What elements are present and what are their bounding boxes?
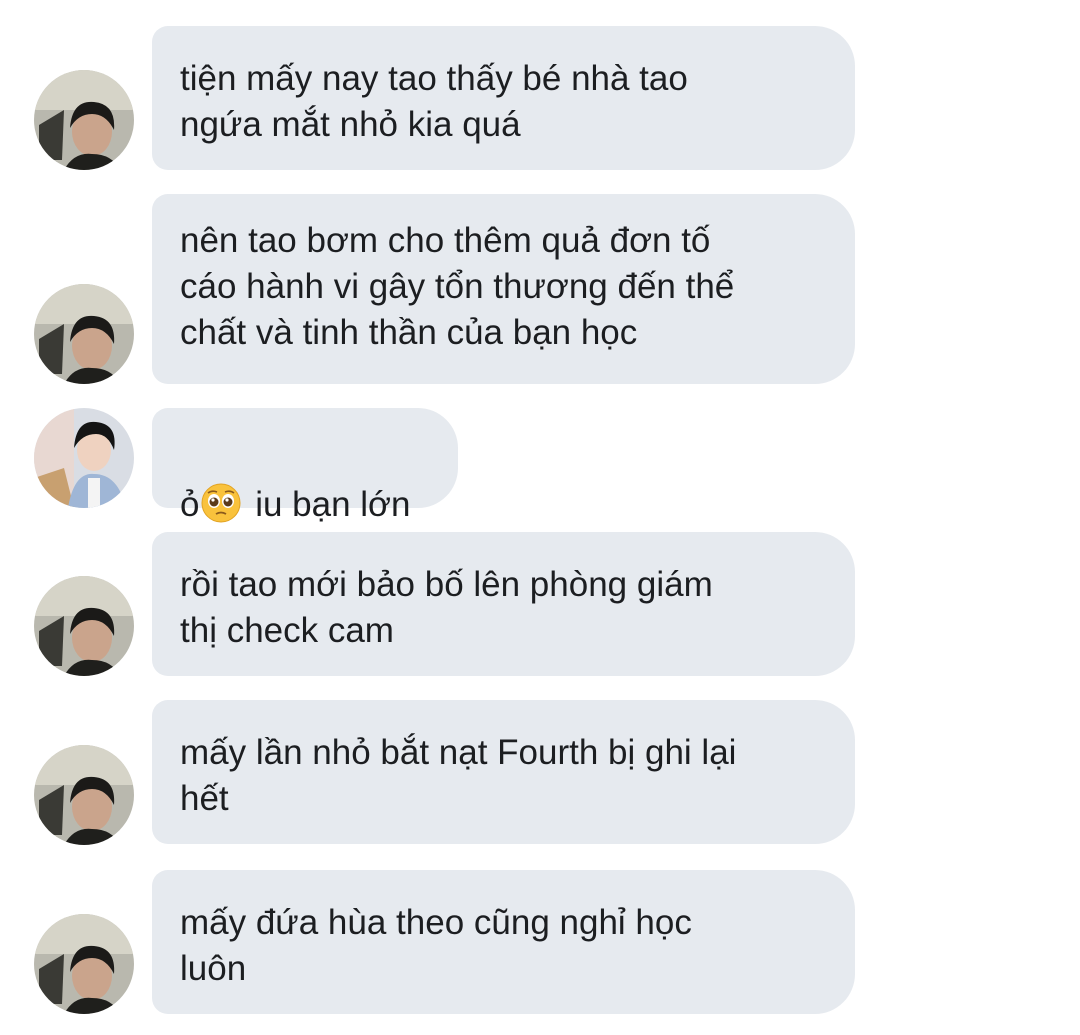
dark-hair-guy-avatar[interactable] [34, 914, 134, 1014]
message-text: iu bạn lớn [245, 485, 411, 524]
pleading-face-emoji [201, 483, 241, 523]
message-bubble[interactable]: mấy đứa hùa theo cũng nghỉ học luôn [152, 870, 855, 1014]
message-bubble[interactable]: nên tao bơm cho thêm quả đơn tố cáo hành… [152, 194, 855, 384]
dark-hair-guy-avatar[interactable] [34, 284, 134, 384]
message-bubble[interactable]: tiện mấy nay tao thấy bé nhà tao ngứa mắ… [152, 26, 855, 170]
message-bubble[interactable]: rồi tao mới bảo bố lên phòng giám thị ch… [152, 532, 855, 676]
dark-hair-guy-avatar[interactable] [34, 576, 134, 676]
message-bubble[interactable]: ỏ iu bạn lớn [152, 408, 458, 524]
dark-hair-guy-avatar[interactable] [34, 745, 134, 845]
message-text: ỏ [180, 485, 200, 524]
dark-hair-guy-avatar[interactable] [34, 70, 134, 170]
blue-shirt-guy-avatar[interactable] [34, 408, 134, 508]
message-bubble[interactable]: mấy lần nhỏ bắt nạt Fourth bị ghi lại hế… [152, 700, 855, 844]
